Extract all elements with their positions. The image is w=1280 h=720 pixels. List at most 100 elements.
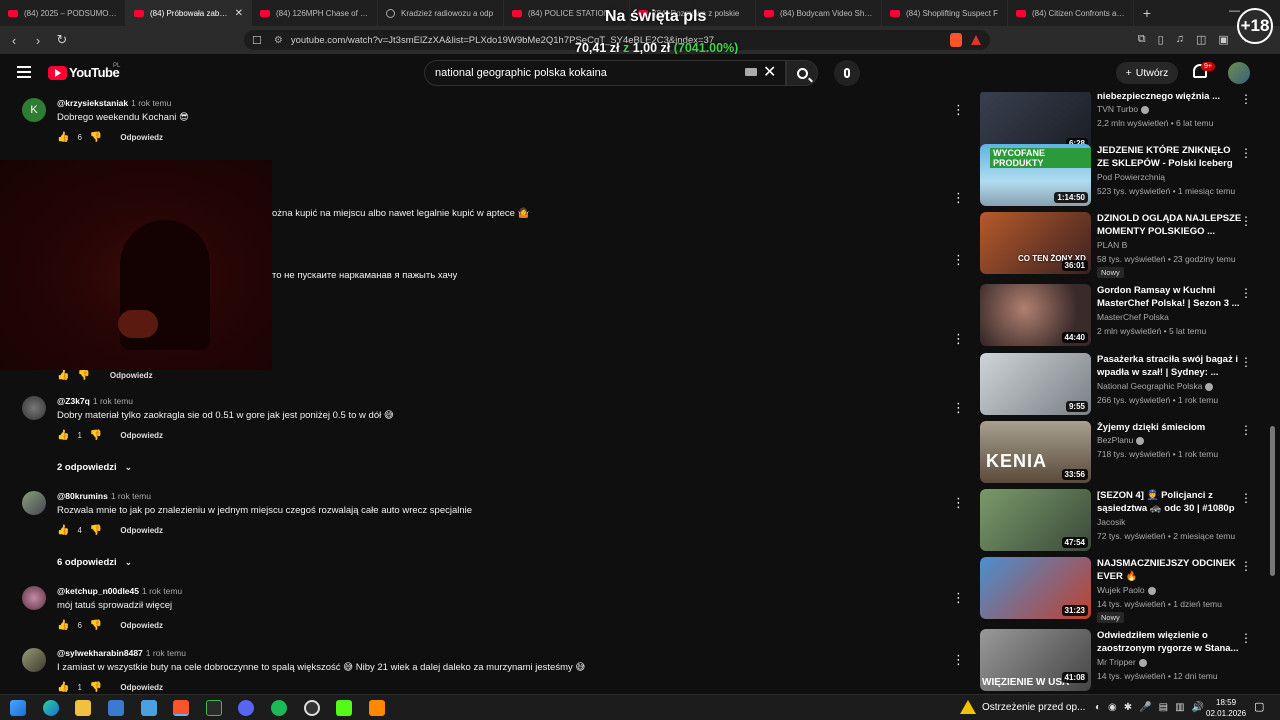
- more-actions-icon[interactable]: ⋮: [952, 590, 965, 606]
- video-card[interactable]: 44:40 Gordon Ramsay w Kuchni MasterChef …: [978, 284, 1258, 346]
- video-thumbnail[interactable]: KENIA 33:56: [980, 421, 1091, 483]
- more-actions-icon[interactable]: ⋮: [952, 252, 965, 268]
- video-card[interactable]: CO TEN ŻONY XD 36:01 DZINOLD OGLĄDA NAJL…: [978, 212, 1258, 278]
- tray-icon[interactable]: ◉: [1108, 702, 1117, 713]
- more-actions-icon[interactable]: ⋮: [1240, 423, 1252, 437]
- terminal-icon[interactable]: [206, 700, 222, 716]
- edge-icon[interactable]: [43, 700, 59, 716]
- tray-icon[interactable]: ◐: [1095, 702, 1101, 713]
- thumbs-down-icon[interactable]: 👎: [90, 525, 102, 536]
- channel-name[interactable]: Jacosik: [1097, 517, 1125, 527]
- video-card[interactable]: KENIA 33:56 Żyjemy dzięki śmieciom BezPl…: [978, 421, 1258, 483]
- split-view-icon[interactable]: ◫: [1196, 33, 1206, 46]
- thumbs-down-icon[interactable]: 👎: [90, 132, 102, 143]
- more-actions-icon[interactable]: ⋮: [1240, 491, 1252, 505]
- microphone-tray-icon[interactable]: 🎤: [1139, 702, 1151, 713]
- minimize-icon[interactable]: —: [1229, 5, 1240, 17]
- thumbs-up-icon[interactable]: 👍: [57, 620, 69, 631]
- thumbs-up-icon[interactable]: 👍: [57, 370, 69, 381]
- vlc-icon[interactable]: [369, 700, 385, 716]
- avatar[interactable]: [22, 491, 46, 515]
- reply-button[interactable]: Odpowiedz: [110, 371, 153, 380]
- video-thumbnail[interactable]: 6:28: [980, 92, 1091, 152]
- video-title[interactable]: [SEZON 4] 👮 Policjanci z sąsiedztwa 🚓 od…: [1097, 489, 1243, 515]
- more-actions-icon[interactable]: ⋮: [952, 331, 965, 347]
- more-actions-icon[interactable]: ⋮: [952, 495, 965, 511]
- video-thumbnail[interactable]: WYCOFANE PRODUKTY 1:14:50: [980, 144, 1091, 206]
- browser-tab[interactable]: (84) Citizen Confronts an I: [1008, 0, 1134, 26]
- video-title[interactable]: DZINOLD OGLĄDA NAJLEPSZE MOMENTY POLSKIE…: [1097, 212, 1243, 238]
- video-title[interactable]: niebezpiecznego więźnia ...: [1097, 92, 1243, 103]
- channel-name[interactable]: BezPlanu: [1097, 435, 1145, 445]
- more-actions-icon[interactable]: ⋮: [952, 652, 965, 668]
- video-title[interactable]: Żyjemy dzięki śmieciom: [1097, 421, 1243, 434]
- reply-button[interactable]: Odpowiedz: [120, 683, 163, 692]
- avatar[interactable]: K: [22, 98, 46, 122]
- search-button[interactable]: [786, 60, 818, 86]
- new-tab-button[interactable]: +: [1134, 5, 1160, 21]
- video-card[interactable]: 47:54 [SEZON 4] 👮 Policjanci z sąsiedztw…: [978, 489, 1258, 551]
- site-settings-icon[interactable]: ⚙: [274, 35, 283, 46]
- channel-name[interactable]: TVN Turbo: [1097, 104, 1150, 114]
- thumbs-up-icon[interactable]: 👍: [57, 682, 69, 692]
- video-title[interactable]: Odwiedziłem więzienie o zaostrzonym rygo…: [1097, 629, 1243, 655]
- back-icon[interactable]: ‹: [4, 33, 24, 48]
- bluetooth-icon[interactable]: ✱: [1124, 702, 1132, 713]
- close-tab-icon[interactable]: ✕: [235, 8, 243, 19]
- video-title[interactable]: Gordon Ramsay w Kuchni MasterChef Polska…: [1097, 284, 1243, 310]
- channel-name[interactable]: Wujek Paolo: [1097, 585, 1156, 595]
- browser-tab[interactable]: (84) 126MPH Chase of Sto: [252, 0, 378, 26]
- more-actions-icon[interactable]: ⋮: [952, 102, 965, 118]
- more-actions-icon[interactable]: ⋮: [952, 400, 965, 416]
- reload-icon[interactable]: ↻: [52, 32, 72, 48]
- bookmark-icon[interactable]: ☐: [252, 34, 262, 47]
- video-thumbnail[interactable]: 44:40: [980, 284, 1091, 346]
- video-thumbnail[interactable]: 31:23: [980, 557, 1091, 619]
- browser-tab[interactable]: (84) 2025 – PODSUMOWA: [0, 0, 126, 26]
- video-card[interactable]: WYCOFANE PRODUKTY 1:14:50 JEDZENIE KTÓRE…: [978, 144, 1258, 206]
- wallet-icon[interactable]: ▣: [1218, 33, 1228, 46]
- thumbs-up-icon[interactable]: 👍: [57, 525, 69, 536]
- video-card[interactable]: 9:55 Pasażerka straciła swój bagaż i wpa…: [978, 353, 1258, 415]
- network-icon[interactable]: ▥: [1175, 702, 1184, 713]
- more-actions-icon[interactable]: ⋮: [1240, 631, 1252, 645]
- video-thumbnail[interactable]: WIĘZIENIE W USA 41:08: [980, 629, 1091, 691]
- sidebar-icon[interactable]: ▯: [1158, 33, 1164, 46]
- avatar[interactable]: [22, 396, 46, 420]
- thumbs-down-icon[interactable]: 👎: [90, 620, 102, 631]
- channel-name[interactable]: PLAN B: [1097, 240, 1127, 250]
- kick-icon[interactable]: [336, 700, 352, 716]
- voice-search-button[interactable]: [834, 60, 860, 86]
- media-icon[interactable]: ♫: [1176, 33, 1184, 46]
- windows-start-icon[interactable]: [10, 700, 26, 716]
- channel-name[interactable]: Mr Tripper: [1097, 657, 1147, 667]
- reply-button[interactable]: Odpowiedz: [120, 621, 163, 630]
- app-icon[interactable]: [141, 700, 157, 716]
- video-title[interactable]: Pasażerka straciła swój bagaż i wpadła w…: [1097, 353, 1243, 379]
- brave-rewards-icon[interactable]: [971, 35, 981, 45]
- volume-icon[interactable]: 🔊: [1192, 702, 1204, 713]
- thumbs-down-icon[interactable]: 👎: [90, 430, 102, 441]
- channel-name[interactable]: MasterChef Polska: [1097, 312, 1169, 322]
- video-card[interactable]: WIĘZIENIE W USA 41:08 Odwiedziłem więzie…: [978, 629, 1258, 691]
- thumbs-up-icon[interactable]: 👍: [57, 132, 69, 143]
- browser-tab[interactable]: (84) Bodycam Video Show: [756, 0, 882, 26]
- brave-shield-icon[interactable]: [950, 33, 962, 47]
- create-button[interactable]: + Utwórz: [1116, 62, 1178, 84]
- clear-search-icon[interactable]: ✕: [763, 62, 776, 82]
- more-actions-icon[interactable]: ⋮: [1240, 214, 1252, 228]
- file-explorer-icon[interactable]: [75, 700, 91, 716]
- video-thumbnail[interactable]: 9:55: [980, 353, 1091, 415]
- more-actions-icon[interactable]: ⋮: [1240, 559, 1252, 573]
- thumbs-up-icon[interactable]: 👍: [57, 430, 69, 441]
- tray-icon[interactable]: ▤: [1159, 702, 1168, 713]
- video-thumbnail[interactable]: CO TEN ŻONY XD 36:01: [980, 212, 1091, 274]
- video-title[interactable]: NAJSMACZNIEJSZY ODCINEK EVER 🔥: [1097, 557, 1243, 583]
- obs-icon[interactable]: [304, 700, 320, 716]
- video-card[interactable]: 6:28 niebezpiecznego więźnia ... TVN Tur…: [978, 92, 1258, 152]
- account-avatar[interactable]: [1228, 62, 1250, 84]
- more-actions-icon[interactable]: ⋮: [1240, 146, 1252, 160]
- warning-icon[interactable]: [960, 700, 976, 714]
- show-replies-button[interactable]: 2 odpowiedzi ⌄: [57, 462, 132, 473]
- more-actions-icon[interactable]: ⋮: [952, 190, 965, 206]
